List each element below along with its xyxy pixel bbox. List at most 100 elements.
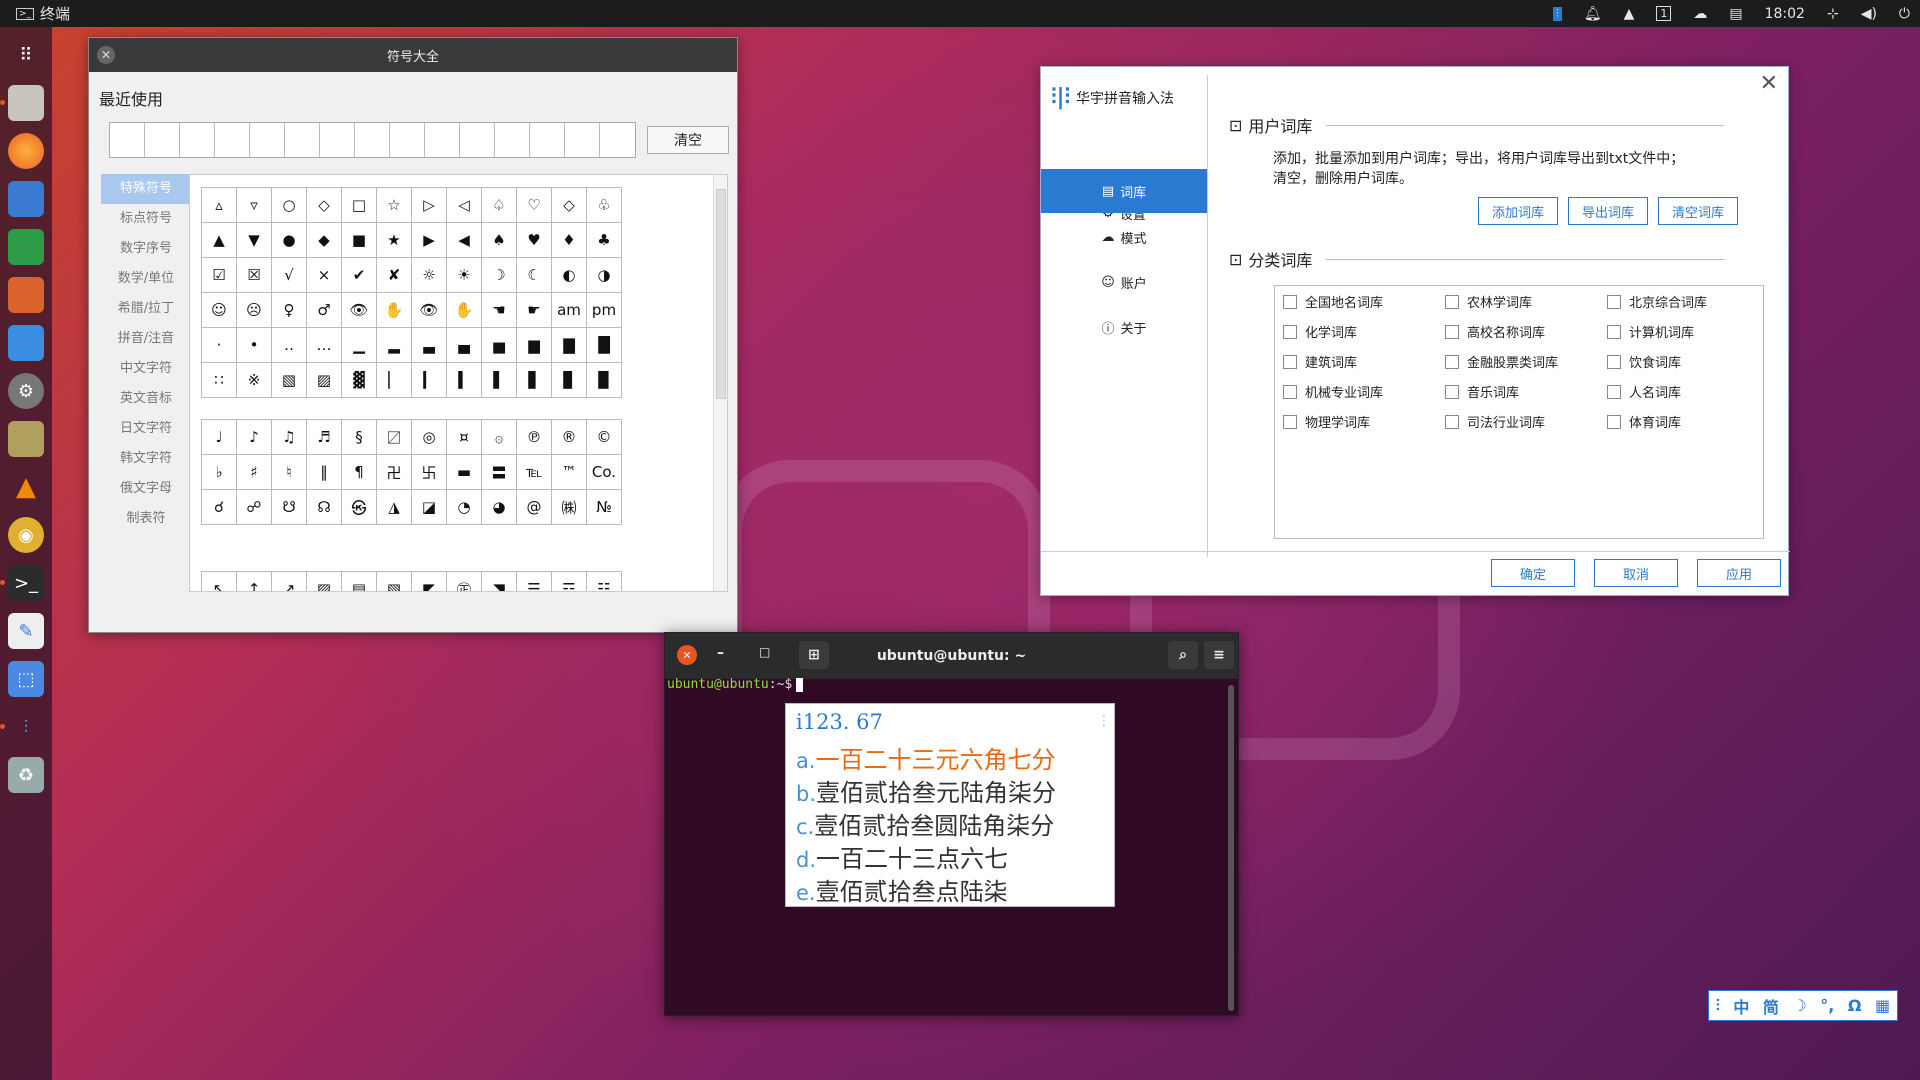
screenshot-icon[interactable]: ⬚	[8, 661, 44, 697]
symbol-cell[interactable]: ▎	[412, 363, 447, 398]
new-tab-icon[interactable]: ⊞	[799, 641, 829, 669]
symbol-cell[interactable]: ☷	[587, 572, 622, 591]
checkbox-icon[interactable]	[1283, 414, 1297, 429]
recent-slot[interactable]	[390, 123, 425, 157]
dict-checkbox[interactable]: 金融股票类词库	[1445, 352, 1558, 371]
symbol-cell[interactable]: ▨	[307, 572, 342, 591]
symbol-cell[interactable]: ☚	[482, 293, 517, 328]
symbol-cell[interactable]: ♥	[517, 223, 552, 258]
symbol-cell[interactable]: ↗	[272, 572, 307, 591]
nav-mode[interactable]: ☁ 模式	[1041, 215, 1207, 259]
dict-checkbox[interactable]: 人名词库	[1607, 382, 1681, 401]
symbol-cell[interactable]: ☌	[202, 490, 237, 525]
symbol-cell[interactable]: ©	[587, 420, 622, 455]
checkbox-icon[interactable]	[1607, 354, 1621, 369]
symbol-cell[interactable]: ㉿	[342, 490, 377, 525]
dict-checkbox[interactable]: 高校名称词库	[1445, 322, 1545, 341]
active-app[interactable]: >_ 终端	[0, 3, 70, 24]
nav-dict[interactable]: ▤ 词库	[1041, 169, 1207, 213]
terminal-dock-icon[interactable]: >_	[0, 565, 44, 601]
symbol-cell[interactable]: ▲	[202, 223, 237, 258]
symbol-cell[interactable]: ☽	[482, 258, 517, 293]
symbol-cell[interactable]: ✔	[342, 258, 377, 293]
clear-recent-button[interactable]: 清空	[647, 126, 729, 154]
symbol-cell[interactable]: 〼	[377, 420, 412, 455]
symbol-cell[interactable]: ↖	[202, 572, 237, 591]
symbol-cell[interactable]: ★	[377, 223, 412, 258]
symbol-cell[interactable]: ▅	[482, 328, 517, 363]
symbol-cell[interactable]: ¤	[447, 420, 482, 455]
symbol-cell[interactable]: pm	[587, 293, 622, 328]
recent-slot[interactable]	[320, 123, 355, 157]
candidate-item[interactable]: b.壹佰贰拾叁元陆角柒分	[796, 773, 1056, 808]
category-item[interactable]: 希腊/拉丁	[101, 294, 191, 324]
symbol-cell[interactable]: ♭	[202, 455, 237, 490]
symbol-cell[interactable]: ○	[272, 188, 307, 223]
symbol-cell[interactable]: ·	[202, 328, 237, 363]
nav-about[interactable]: ⓘ 关于	[1041, 305, 1207, 349]
symbol-cell[interactable]: ●	[272, 223, 307, 258]
symbol-cell[interactable]: №	[587, 490, 622, 525]
checkbox-icon[interactable]	[1607, 294, 1621, 309]
chinese-mode-toggle[interactable]: 中	[1733, 994, 1749, 1018]
close-icon[interactable]: ✕	[677, 645, 697, 665]
category-item[interactable]: 俄文字母	[101, 474, 191, 504]
symbol-cell[interactable]: ™	[552, 455, 587, 490]
checkbox-icon[interactable]	[1445, 324, 1459, 339]
symbol-cell[interactable]: ◁	[447, 188, 482, 223]
network-icon[interactable]: ⊹	[1827, 6, 1839, 22]
category-item[interactable]: 韩文字符	[101, 444, 191, 474]
symbol-cell[interactable]: ▌	[482, 363, 517, 398]
category-item[interactable]: 数学/单位	[101, 264, 191, 294]
symbol-cell[interactable]: ◕	[482, 490, 517, 525]
symbol-cell[interactable]: ✘	[377, 258, 412, 293]
category-item[interactable]: 中文字符	[101, 354, 191, 384]
symbol-cell[interactable]: ∷	[202, 363, 237, 398]
nav-account[interactable]: ☺ 账户	[1041, 260, 1207, 304]
symbol-cell[interactable]: …	[307, 328, 342, 363]
symbol-cell[interactable]: ☒	[237, 258, 272, 293]
simplified-toggle[interactable]: 简	[1763, 994, 1779, 1018]
category-item[interactable]: 英文音标	[101, 384, 191, 414]
symbol-cell[interactable]: ☆	[377, 188, 412, 223]
symbol-cell[interactable]: 👁	[412, 293, 447, 328]
symbol-cell[interactable]: ▼	[237, 223, 272, 258]
symbol-cell[interactable]: ☺	[202, 293, 237, 328]
symbol-cell[interactable]: ♬	[307, 420, 342, 455]
symbol-cell[interactable]: ✋	[377, 293, 412, 328]
close-icon[interactable]: ✕	[1760, 71, 1778, 96]
symbol-cell[interactable]: □	[342, 188, 377, 223]
symbol-cell[interactable]: 卐	[412, 455, 447, 490]
symbol-cell[interactable]: ☰	[517, 572, 552, 591]
symbol-cell[interactable]: ☲	[552, 572, 587, 591]
symbol-cell[interactable]: ☼	[412, 258, 447, 293]
checkbox-icon[interactable]	[1607, 384, 1621, 399]
recent-slot[interactable]	[250, 123, 285, 157]
calc-icon[interactable]	[8, 229, 44, 265]
symbol-cell[interactable]: am	[552, 293, 587, 328]
symbol-cell[interactable]: ♧	[587, 188, 622, 223]
symbol-cell[interactable]: Co.	[587, 455, 622, 490]
symbol-cell[interactable]: ®	[552, 420, 587, 455]
symbol-cell[interactable]: §	[342, 420, 377, 455]
symbol-cell[interactable]: ▓	[342, 363, 377, 398]
software-icon[interactable]	[8, 325, 44, 361]
recent-slot[interactable]	[145, 123, 180, 157]
candidate-item[interactable]: a.一百二十三元六角七分	[796, 740, 1056, 775]
checkbox-icon[interactable]	[1607, 414, 1621, 429]
candidate-item[interactable]: e.壹佰贰拾叁点陆柒	[796, 872, 1008, 907]
symbol-cell[interactable]: ♤	[482, 188, 517, 223]
dict-checkbox[interactable]: 全国地名词库	[1283, 292, 1383, 311]
symbol-cell[interactable]: ↑	[237, 572, 272, 591]
symbol-cell[interactable]: ☋	[272, 490, 307, 525]
recent-slot[interactable]	[495, 123, 530, 157]
checkbox-icon[interactable]	[1445, 354, 1459, 369]
symbol-cell[interactable]: ▿	[237, 188, 272, 223]
recent-slot[interactable]	[460, 123, 495, 157]
archive-icon[interactable]	[8, 421, 44, 457]
symbol-cell[interactable]: ◔	[447, 490, 482, 525]
clipboard-icon[interactable]: ▤	[1729, 6, 1742, 22]
category-item[interactable]: 日文字符	[101, 414, 191, 444]
terminal-scrollbar[interactable]	[1228, 685, 1234, 1011]
ime-tray-icon[interactable]: ⫶	[1553, 6, 1562, 21]
